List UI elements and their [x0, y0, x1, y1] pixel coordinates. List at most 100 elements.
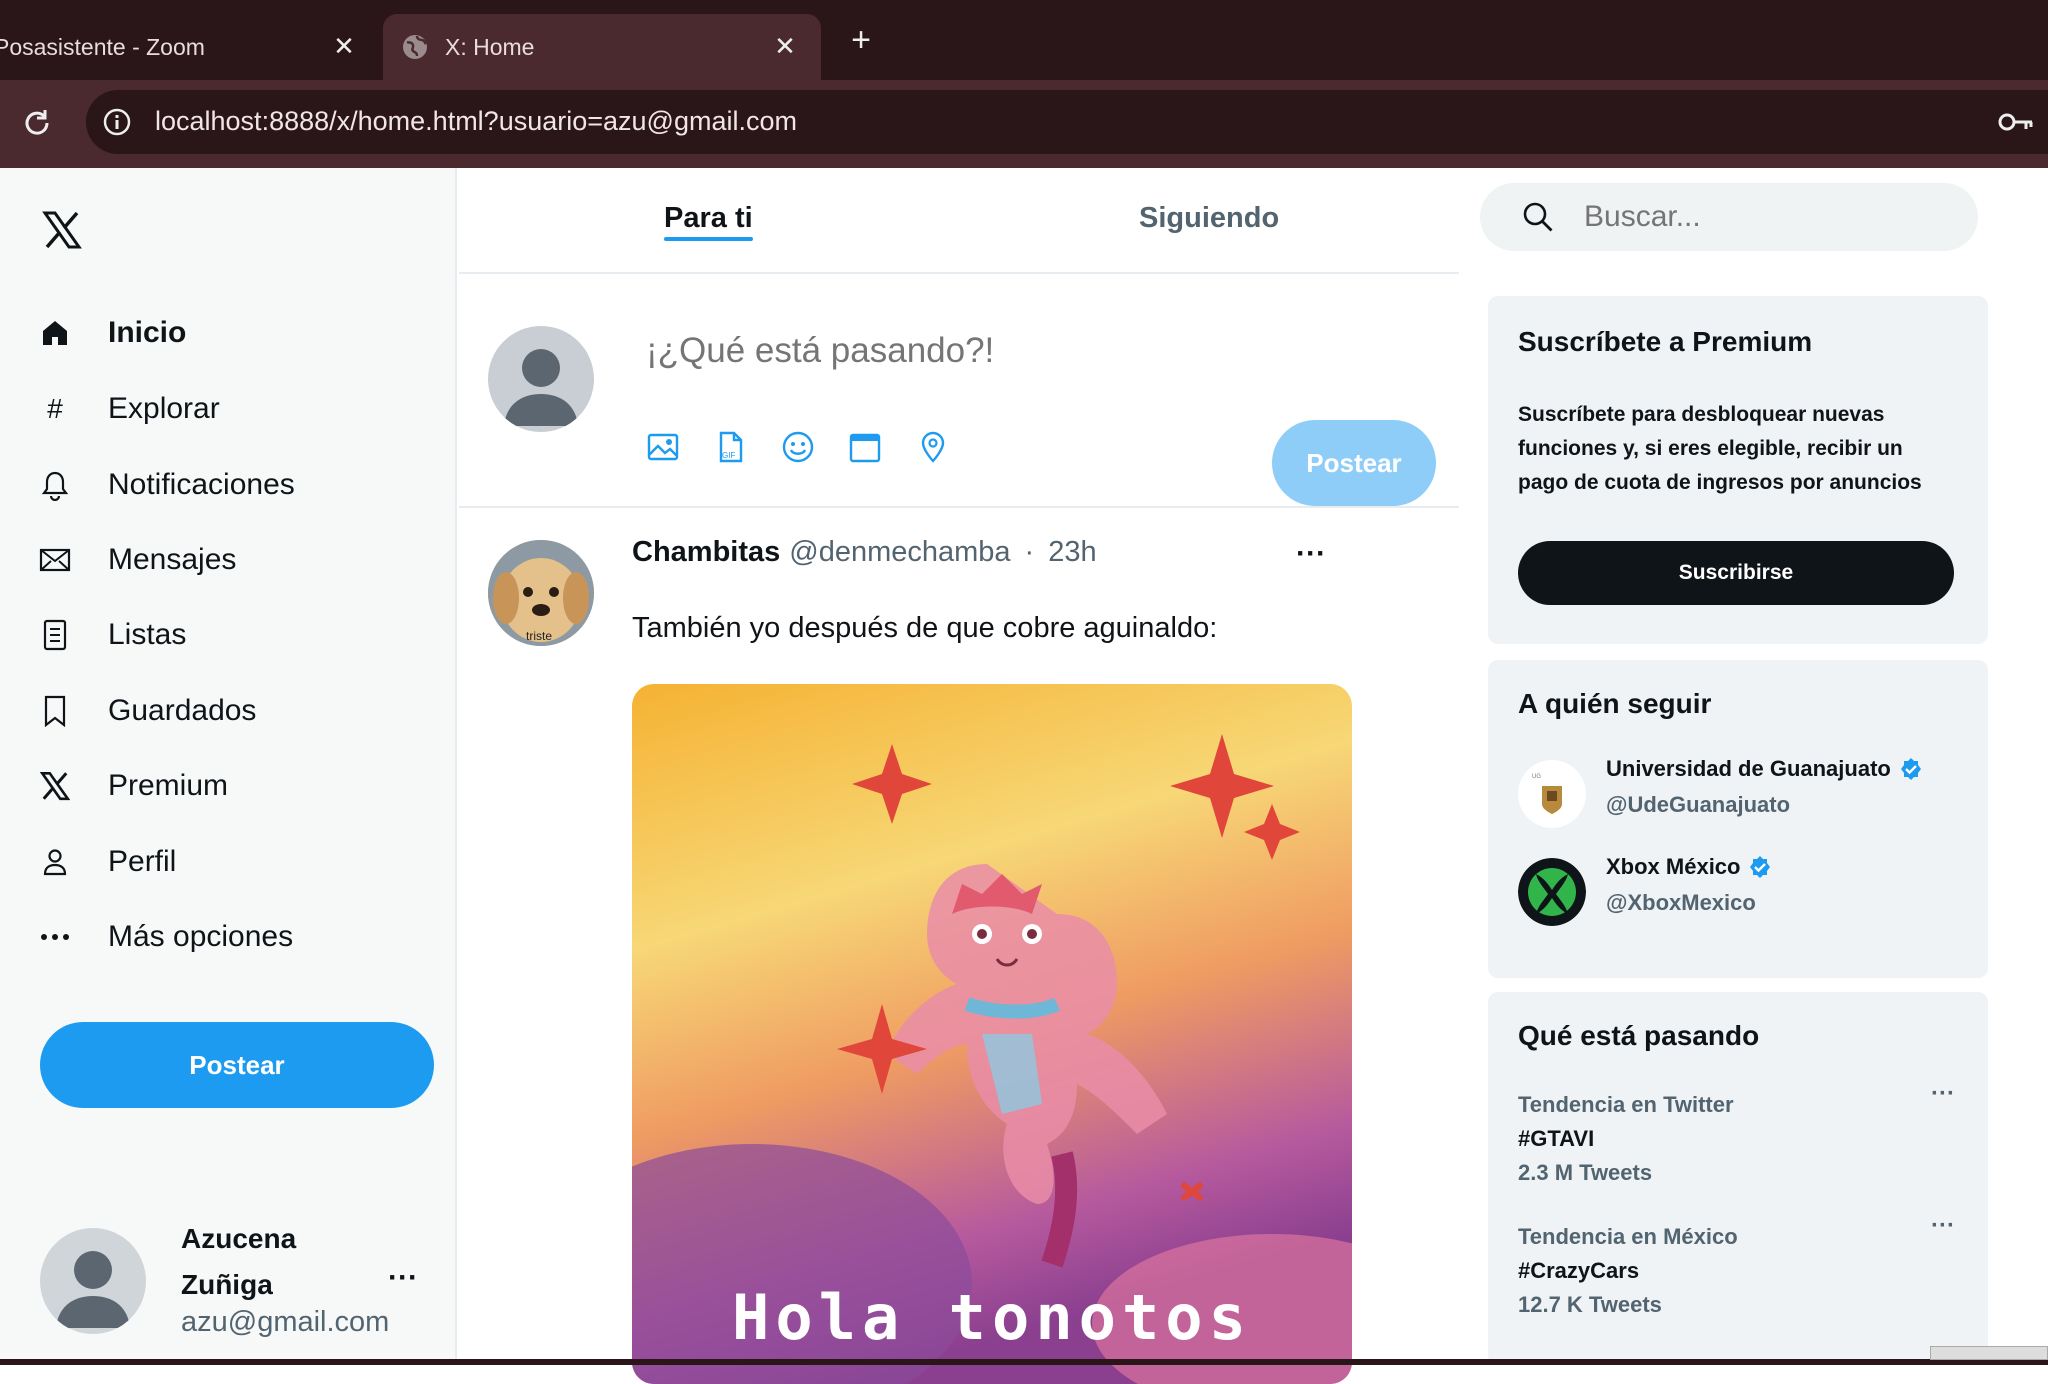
reload-icon[interactable] — [20, 106, 54, 140]
trend-meta: Tendencia en Twitter — [1518, 1092, 1734, 1117]
sidebar-item-label: Listas — [108, 618, 187, 651]
avatar[interactable] — [1518, 858, 1586, 926]
avatar[interactable]: UG — [1518, 760, 1586, 828]
tweet-timestamp[interactable]: 23h — [1048, 536, 1096, 569]
premium-card: Suscríbete a Premium Suscríbete para des… — [1488, 296, 1988, 644]
search-box[interactable] — [1480, 183, 1978, 251]
trends-card: Qué está pasando Tendencia en Twitter #G… — [1488, 992, 1988, 1365]
who-to-follow-card: A quién seguir UG Universidad de Guanaju… — [1488, 660, 1988, 978]
tweet-author-name[interactable]: Chambitas — [632, 536, 780, 569]
sidebar-item-explorar[interactable]: # Explorar — [38, 382, 220, 436]
follow-handle: @UdeGuanajuato — [1606, 792, 1791, 817]
tab-label: Para ti — [664, 202, 753, 234]
sidebar-item-perfil[interactable]: Perfil — [38, 835, 176, 889]
tweet-header: Chambitas @denmechamba · 23h — [632, 536, 1097, 569]
tweet[interactable]: triste Chambitas @denmechamba · 23h ··· … — [459, 508, 1459, 1384]
x-icon — [38, 769, 72, 803]
emoji-icon[interactable] — [781, 430, 815, 464]
verified-icon — [1750, 856, 1771, 878]
search-icon — [1523, 202, 1553, 232]
new-tab-button[interactable]: + — [846, 23, 876, 57]
gif-icon[interactable]: GIF — [713, 430, 747, 464]
trend-count: 2.3 M Tweets — [1518, 1160, 1653, 1185]
avatar — [488, 326, 594, 432]
avatar[interactable] — [40, 1228, 146, 1334]
browser-tab-zoom[interactable]: Posasistente - Zoom ✕ — [0, 14, 380, 80]
image-icon[interactable] — [646, 430, 680, 464]
left-sidebar: Inicio # Explorar Notificaciones Mensaje… — [0, 168, 457, 1365]
tweet-image[interactable]: Hola tonotos — [632, 684, 1352, 1384]
follow-name-row: Universidad de Guanajuato — [1606, 756, 1923, 782]
sidebar-item-label: Inicio — [108, 316, 187, 349]
sidebar-item-guardados[interactable]: Guardados — [38, 684, 256, 738]
sidebar-item-listas[interactable]: Listas — [38, 608, 186, 662]
window-thumbnail — [1930, 1346, 2048, 1360]
sidebar-item-inicio[interactable]: Inicio — [38, 306, 186, 360]
bookmark-icon — [38, 694, 72, 728]
url-text[interactable]: localhost:8888/x/home.html?usuario=azu@g… — [155, 106, 797, 137]
sidebar-item-label: Perfil — [108, 845, 177, 878]
omnibox[interactable]: localhost:8888/x/home.html?usuario=azu@g… — [86, 90, 2048, 154]
follow-name: Universidad de Guanajuato — [1606, 756, 1891, 781]
tweet-author-handle[interactable]: @denmechamba — [789, 536, 1010, 569]
compose-post-button[interactable]: Postear — [1272, 420, 1436, 506]
calendar-icon[interactable] — [848, 430, 882, 464]
sidebar-item-label: Mensajes — [108, 543, 237, 576]
taskbar-edge — [0, 1359, 2048, 1365]
sidebar-item-mensajes[interactable]: Mensajes — [38, 533, 236, 587]
trend-count: 12.7 K Tweets — [1518, 1292, 1662, 1317]
location-icon[interactable] — [916, 430, 950, 464]
follow-handle: @XboxMexico — [1606, 890, 1756, 915]
globe-icon — [403, 35, 427, 59]
svg-text:GIF: GIF — [722, 451, 735, 460]
follow-name: Xbox México — [1606, 854, 1741, 879]
trend-meta: Tendencia en México — [1518, 1224, 1738, 1249]
trend-item[interactable]: Tendencia en México #CrazyCars 12.7 K Tw… — [1518, 1214, 1958, 1334]
x-logo-icon[interactable] — [42, 210, 82, 250]
verified-icon — [1900, 758, 1921, 780]
person-icon — [38, 845, 72, 879]
tab-para-ti[interactable]: Para ti — [664, 202, 753, 241]
follow-suggestion[interactable]: UG Universidad de Guanajuato @UdeGuanaju… — [1518, 752, 1968, 832]
tab-siguiendo[interactable]: Siguiendo — [1139, 202, 1279, 235]
envelope-icon — [38, 543, 72, 577]
trend-more-button[interactable]: ··· — [1928, 1082, 1958, 1108]
tab-close-icon[interactable]: ✕ — [330, 32, 358, 60]
sidebar-item-label: Explorar — [108, 392, 220, 425]
post-button[interactable]: Postear — [40, 1022, 434, 1108]
post-composer: GIF Postear — [459, 274, 1459, 508]
info-icon[interactable] — [102, 107, 132, 137]
sidebar-item-mas-opciones[interactable]: Más opciones — [38, 910, 293, 964]
tweet-text: También yo después de que cobre aguinald… — [632, 612, 1218, 644]
follow-name-row: Xbox México — [1606, 854, 1772, 880]
user-name: Azucena Zuñiga — [181, 1223, 297, 1300]
tab-title: Posasistente - Zoom — [0, 33, 205, 60]
account-more-button[interactable]: ··· — [386, 1263, 420, 1302]
tweet-more-button[interactable]: ··· — [1294, 539, 1328, 578]
right-sidebar: Suscríbete a Premium Suscríbete para des… — [1459, 168, 2048, 1365]
hashtag-icon: # — [47, 393, 63, 424]
sidebar-item-label: Premium — [108, 769, 229, 802]
sidebar-item-premium[interactable]: Premium — [38, 759, 228, 813]
subscribe-button[interactable]: Suscribirse — [1518, 541, 1954, 605]
key-icon[interactable] — [1998, 110, 2034, 134]
tweet-avatar[interactable]: triste — [488, 540, 594, 646]
list-icon — [38, 618, 72, 652]
home-icon — [38, 316, 72, 350]
trend-more-button[interactable]: ··· — [1928, 1214, 1958, 1240]
more-icon — [38, 920, 72, 954]
trend-hashtag: #GTAVI — [1518, 1126, 1595, 1151]
tab-title: X: Home — [445, 33, 535, 60]
compose-input[interactable] — [646, 326, 1206, 376]
search-input[interactable] — [1584, 193, 1944, 241]
feed-tabs: Para ti Siguiendo — [459, 168, 1459, 274]
tab-close-icon[interactable]: ✕ — [771, 32, 799, 60]
browser-tab-x-home[interactable]: X: Home ✕ — [383, 14, 821, 80]
user-email: azu@gmail.com — [181, 1306, 390, 1338]
follow-suggestion[interactable]: Xbox México @XboxMexico — [1518, 850, 1968, 930]
sidebar-item-label: Guardados — [108, 694, 257, 727]
premium-title: Suscríbete a Premium — [1518, 326, 1813, 357]
trend-item[interactable]: Tendencia en Twitter #GTAVI 2.3 M Tweets… — [1518, 1082, 1958, 1202]
sidebar-item-notificaciones[interactable]: Notificaciones — [38, 458, 295, 512]
avatar-caption: triste — [526, 629, 552, 643]
